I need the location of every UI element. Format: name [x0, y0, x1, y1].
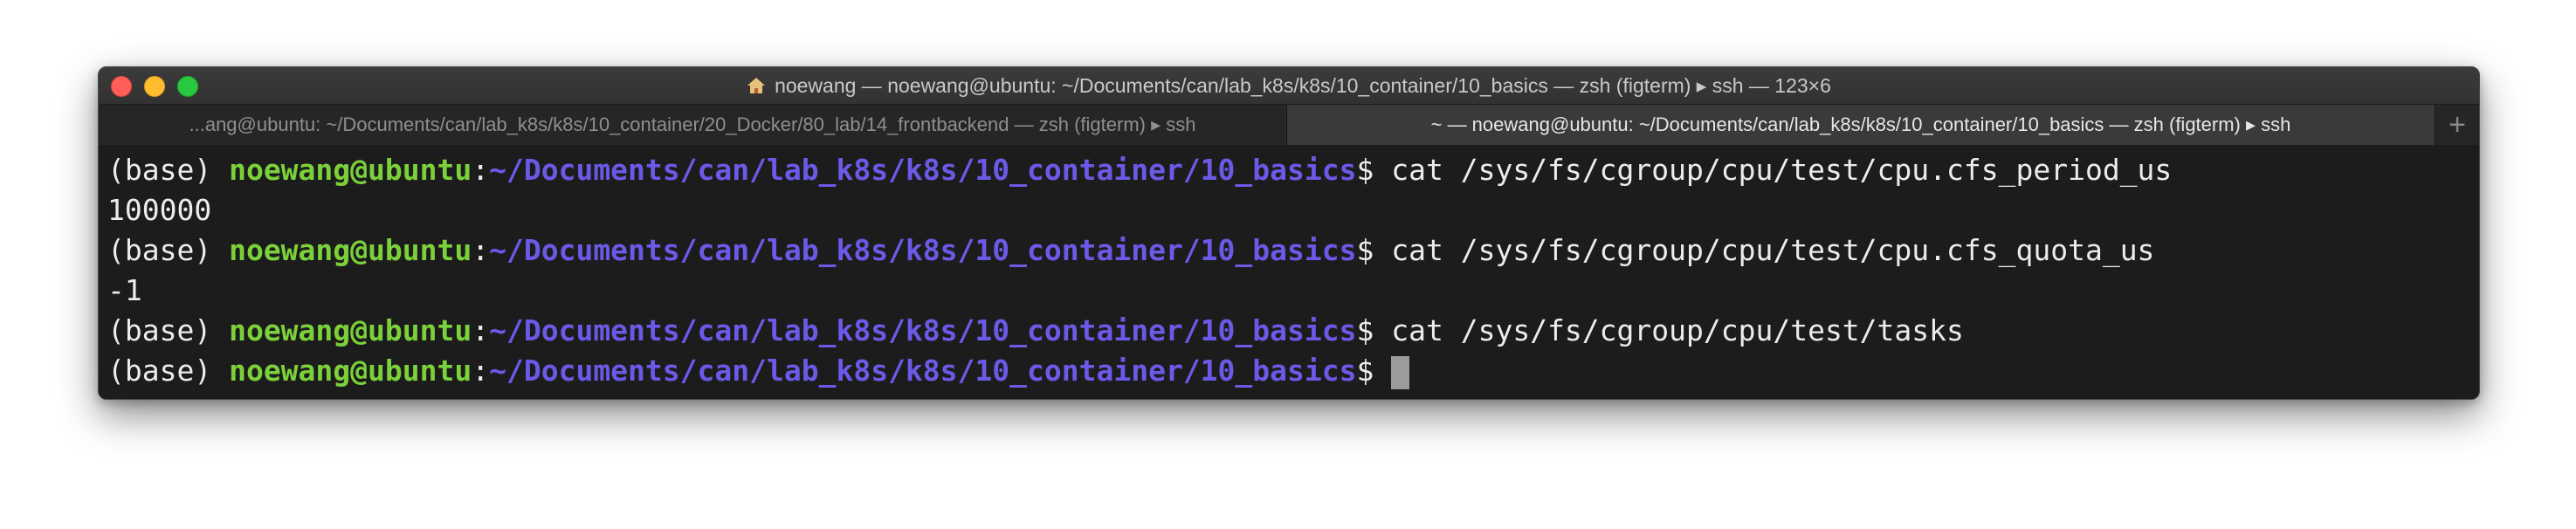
prompt-colon: : — [472, 354, 490, 388]
command-text: cat /sys/fs/cgroup/cpu/test/cpu.cfs_quot… — [1391, 233, 2155, 267]
text-cursor — [1391, 355, 1410, 389]
traffic-lights — [111, 76, 198, 97]
prompt-path: ~/Documents/can/lab_k8s/k8s/10_container… — [489, 233, 1357, 267]
prompt-user: noewang@ubuntu — [229, 153, 472, 187]
tab-basics[interactable]: ~ — noewang@ubuntu: ~/Documents/can/lab_… — [1287, 105, 2435, 145]
prompt-path: ~/Documents/can/lab_k8s/k8s/10_container… — [489, 313, 1357, 347]
prompt-line: (base) noewang@ubuntu:~/Documents/can/la… — [107, 230, 2479, 271]
new-tab-button[interactable]: + — [2435, 105, 2479, 145]
prompt-user: noewang@ubuntu — [229, 233, 472, 267]
prompt-path: ~/Documents/can/lab_k8s/k8s/10_container… — [489, 153, 1357, 187]
output-text: -1 — [107, 273, 142, 307]
prompt-colon: : — [472, 153, 490, 187]
window-title-group: noewang — noewang@ubuntu: ~/Documents/ca… — [747, 74, 1831, 98]
output-text: 100000 — [107, 193, 212, 227]
zoom-icon[interactable] — [177, 76, 198, 97]
prompt-symbol: $ — [1356, 313, 1392, 347]
prompt-env: (base) — [107, 233, 230, 267]
prompt-env: (base) — [107, 153, 230, 187]
prompt-symbol: $ — [1356, 153, 1392, 187]
prompt-line: (base) noewang@ubuntu:~/Documents/can/la… — [107, 351, 2479, 391]
prompt-colon: : — [472, 233, 490, 267]
prompt-user: noewang@ubuntu — [229, 354, 472, 388]
terminal-window: noewang — noewang@ubuntu: ~/Documents/ca… — [98, 66, 2480, 400]
close-icon[interactable] — [111, 76, 132, 97]
terminal-output[interactable]: (base) noewang@ubuntu:~/Documents/can/la… — [99, 145, 2479, 399]
prompt-path: ~/Documents/can/lab_k8s/k8s/10_container… — [489, 354, 1357, 388]
title-bar[interactable]: noewang — noewang@ubuntu: ~/Documents/ca… — [99, 67, 2479, 104]
command-text: cat /sys/fs/cgroup/cpu/test/cpu.cfs_peri… — [1391, 153, 2173, 187]
tab-label: ~ — noewang@ubuntu: ~/Documents/can/lab_… — [1430, 113, 2291, 135]
output-line: 100000 — [107, 190, 2479, 230]
prompt-env: (base) — [107, 313, 230, 347]
tab-frontbackend[interactable]: ...ang@ubuntu: ~/Documents/can/lab_k8s/k… — [99, 105, 1287, 145]
prompt-line: (base) noewang@ubuntu:~/Documents/can/la… — [107, 150, 2479, 190]
home-icon — [747, 78, 766, 93]
prompt-symbol: $ — [1356, 233, 1392, 267]
minimize-icon[interactable] — [144, 76, 165, 97]
tab-label: ...ang@ubuntu: ~/Documents/can/lab_k8s/k… — [189, 113, 1196, 135]
window-title: noewang — noewang@ubuntu: ~/Documents/ca… — [775, 73, 1831, 97]
prompt-colon: : — [472, 313, 490, 347]
output-line: -1 — [107, 271, 2479, 311]
plus-icon: + — [2449, 107, 2466, 141]
prompt-user: noewang@ubuntu — [229, 313, 472, 347]
prompt-line: (base) noewang@ubuntu:~/Documents/can/la… — [107, 311, 2479, 351]
prompt-env: (base) — [107, 354, 230, 388]
command-text: cat /sys/fs/cgroup/cpu/test/tasks — [1391, 313, 1964, 347]
prompt-symbol: $ — [1356, 354, 1392, 388]
tab-bar: ...ang@ubuntu: ~/Documents/can/lab_k8s/k… — [99, 104, 2479, 146]
